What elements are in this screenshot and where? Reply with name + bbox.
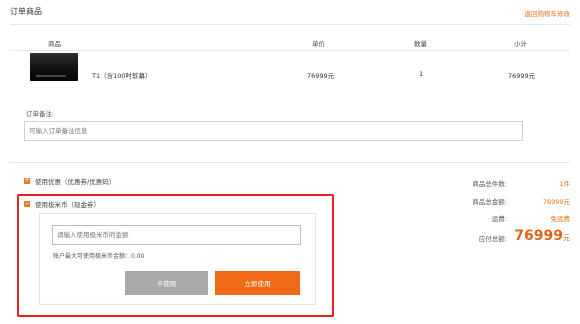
- remark-input[interactable]: [24, 121, 523, 141]
- apply-now-button[interactable]: 立即使用: [215, 271, 300, 295]
- table-header-divider: [10, 50, 570, 51]
- header-divider: [10, 24, 570, 25]
- back-to-cart-link[interactable]: 返回购物车修改: [525, 8, 571, 18]
- plus-box-icon: +: [24, 177, 30, 184]
- mibi-amount-input[interactable]: [52, 225, 301, 245]
- product-image: [30, 53, 78, 81]
- do-not-use-button[interactable]: 不使用: [125, 271, 208, 295]
- remark-label: 订单备注:: [26, 110, 55, 118]
- column-header-quantity: 数量: [414, 40, 427, 48]
- summary-amount-value: 76999元: [542, 198, 570, 206]
- coupon-option-toggle[interactable]: + 使用优惠（优惠券/优惠码）: [24, 176, 115, 186]
- product-price: 76999元: [307, 72, 335, 80]
- summary-shipping-value: 免运费: [550, 215, 571, 223]
- product-name: T1（含100吋软幕）: [92, 72, 152, 80]
- mibi-max-note: 账户最大可使用极米币金额：0.00: [53, 253, 145, 260]
- summary-total-amount: 76999: [514, 228, 563, 244]
- page-title: 订单商品: [10, 7, 42, 16]
- summary-items-value: 1件: [559, 180, 570, 188]
- column-header-price: 单价: [312, 40, 325, 48]
- summary-items-label: 商品总件数:: [472, 180, 507, 188]
- section-divider: [10, 162, 570, 163]
- product-quantity: 1: [419, 70, 424, 78]
- column-header-subtotal: 小计: [514, 40, 527, 48]
- summary-total-value: 76999元: [514, 228, 570, 244]
- summary-amount-label: 商品总金额:: [472, 198, 507, 206]
- product-subtotal: 76999元: [508, 72, 536, 80]
- summary-total-label: 应付总额:: [478, 235, 507, 243]
- summary-shipping-label: 运费:: [491, 215, 507, 223]
- coupon-option-label: 使用优惠（优惠券/优惠码）: [35, 178, 116, 186]
- column-header-product: 商品: [48, 40, 61, 48]
- summary-total-unit: 元: [563, 234, 570, 242]
